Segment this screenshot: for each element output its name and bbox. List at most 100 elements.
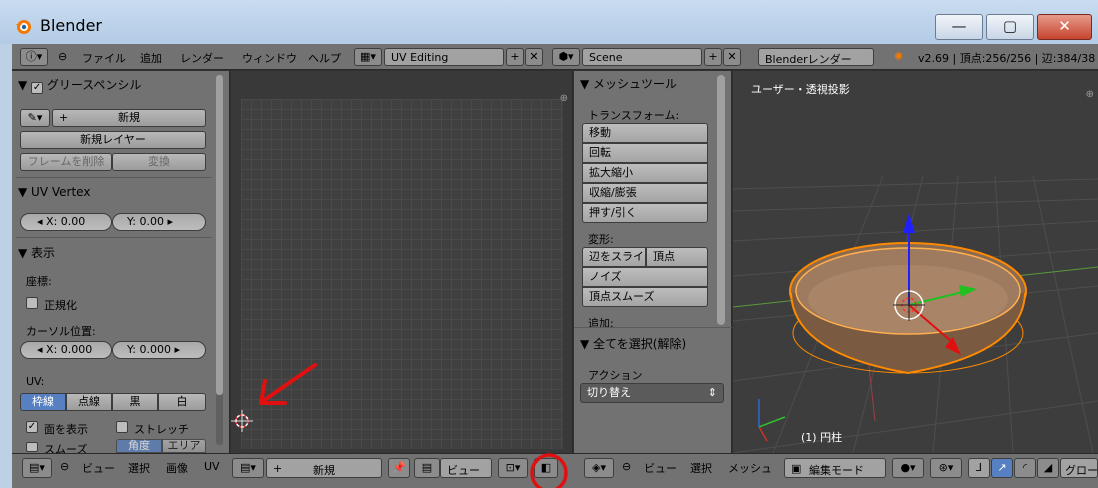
pivot-point-icon[interactable]: ⊛▾ [930,458,962,478]
slide-edge-button[interactable]: 辺をスライ [582,247,646,267]
grease-pencil-header[interactable]: ▼ ✓ グリースペンシル [18,76,141,94]
uv-mode-dashed[interactable]: 点線 [66,393,112,411]
3d-viewport[interactable]: ユーザー・透視投影 ⊕ (1) 円柱 [733,71,1098,453]
scene-icon[interactable]: ⬢▾ [552,48,580,66]
3d-menu-view[interactable]: ビュー [644,460,677,476]
draw-pencil-icon[interactable]: ✎▾ [20,109,50,127]
add-scene-icon[interactable]: + [704,48,722,66]
window-titlebar[interactable]: Blender — ▢ ✕ [0,0,1098,44]
new-layer-button[interactable]: 新規レイヤー [20,131,206,149]
convert-button[interactable]: 変換 [112,153,206,171]
shading-icon[interactable]: ●▾ [892,458,924,478]
remove-layout-icon[interactable]: ✕ [525,48,543,66]
transform-orientation-select[interactable]: グロー [1060,458,1098,478]
deform-label: 変形: [588,233,614,246]
shrink-fatten-button[interactable]: 収縮/膨張 [582,183,708,203]
panel-scrollbar-thumb[interactable] [216,75,223,395]
mesh-tools-header[interactable]: ▼ メッシュツール [580,75,677,92]
rotate-manipulator-icon[interactable]: ◜ [1014,458,1036,478]
smooth-vertex-button[interactable]: 頂点スムーズ [582,287,708,307]
new-grease-button[interactable]: + 新規 [52,109,206,127]
new-image-button[interactable]: + 新規 [266,458,382,478]
uv-label: UV: [26,375,45,388]
delete-frame-button[interactable]: フレームを削除 [20,153,112,171]
stretch-label: ストレッチ [134,423,189,436]
axis-gizmo [758,399,786,442]
cursor-y-field[interactable]: Y: 0.000 ▸ [112,341,206,359]
render-engine-select[interactable]: Blenderレンダー [758,48,874,66]
pivot-icon[interactable]: ⊡▾ [498,458,528,478]
menu-help[interactable]: ヘルプ [308,50,341,66]
menu-window[interactable]: ウィンドウ [242,50,297,66]
mesh-tools-panel: ▼ メッシュツール トランスフォーム: 移動 回転 拡大縮小 収縮/膨張 押す/… [574,71,732,453]
action-select[interactable]: 切り替え ⇕ [580,383,724,403]
view-mode-icon[interactable]: ▤ [414,458,440,478]
menu-render[interactable]: レンダー [180,50,224,66]
minimize-icon: — [951,17,967,35]
select-all-header[interactable]: ▼ 全てを選択(解除) [580,335,686,352]
close-button[interactable]: ✕ [1037,14,1092,40]
rotate-button[interactable]: 回転 [582,143,708,163]
blender-logo-icon [15,20,31,34]
image-browse-icon[interactable]: ▤▾ [232,458,264,478]
menu-file[interactable]: ファイル [82,50,126,66]
stretch-area-toggle[interactable]: エリア [162,439,206,453]
view-mode-select[interactable]: ビュー [440,458,492,478]
scene-field[interactable]: Scene [582,48,702,66]
info-editor-type-icon[interactable]: ⓘ▾ [20,48,48,66]
minimize-button[interactable]: — [935,14,983,40]
translate-button[interactable]: 移動 [582,123,708,143]
uv-menu-image[interactable]: 画像 [166,460,188,476]
collapse-icon[interactable]: ⊖ [60,460,69,473]
mode-select[interactable]: ▣ 編集モード [784,458,886,478]
collapse-icon[interactable]: ⊖ [58,50,67,63]
smooth-checkbox[interactable] [26,442,38,452]
stats-text: v2.69 | 頂点:256/256 | 辺:384/38 [918,52,1096,65]
cursor-x-field[interactable]: ◂ X: 0.000 [20,341,112,359]
translate-manipulator-icon[interactable]: ↗ [991,458,1013,478]
push-pull-button[interactable]: 押す/引く [582,203,708,223]
uv-menu-view[interactable]: ビュー [82,460,115,476]
uv-vertex-header[interactable]: ▼ UV Vertex [18,185,90,199]
edit-mode-icon: ▣ [791,462,802,475]
3d-menu-mesh[interactable]: メッシュ [728,460,772,476]
tools-scrollbar[interactable] [717,75,725,325]
stretch-angle-toggle[interactable]: 角度 [116,439,162,453]
collapse-icon[interactable]: ⊖ [622,460,631,473]
uv-vertex-y-field[interactable]: Y: 0.00 ▸ [112,213,206,231]
normalize-checkbox[interactable] [26,297,38,309]
uv-mode-black[interactable]: 黒 [112,393,158,411]
plus-icon: + [59,111,69,124]
uv-image-editor[interactable]: ⊕ [231,71,573,453]
region-expand-icon[interactable]: ⊕ [560,93,568,104]
divider [16,177,212,178]
noise-button[interactable]: ノイズ [582,267,708,287]
stretch-checkbox[interactable] [116,421,128,433]
3d-menu-select[interactable]: 選択 [690,460,712,476]
blender-small-icon: ✺ [894,50,904,63]
scale-manipulator-icon[interactable]: ◢ [1037,458,1059,478]
uv-editor-type-icon[interactable]: ▤▾ [22,458,52,478]
uv-vertex-x-field[interactable]: ◂ X: 0.00 [20,213,112,231]
manipulator-toggle-icon[interactable]: ⅃ [968,458,990,478]
menu-add[interactable]: 追加 [140,50,162,66]
uv-mode-outline[interactable]: 枠線 [20,393,66,411]
3d-editor-type-icon[interactable]: ◈▾ [584,458,614,478]
uv-mode-white[interactable]: 白 [158,393,206,411]
show-faces-label: 面を表示 [44,423,88,436]
layout-field[interactable]: UV Editing [384,48,504,66]
annotation-circle-icon [530,453,568,488]
show-faces-checkbox[interactable]: ✓ [26,421,38,433]
add-layout-icon[interactable]: + [506,48,524,66]
scale-button[interactable]: 拡大縮小 [582,163,708,183]
layout-icon[interactable]: ▦▾ [354,48,382,66]
grease-pencil-checkbox[interactable]: ✓ [31,82,44,94]
editor-headers: ▤▾ ⊖ ビュー 選択 画像 UV ▤▾ + 新規 📌 ▤ ビュー ⊡▾ ◧ ◈▾… [12,453,1098,488]
uv-menu-select[interactable]: 選択 [128,460,150,476]
display-header[interactable]: ▼ 表示 [18,244,55,261]
pin-icon[interactable]: 📌 [388,458,410,478]
remove-scene-icon[interactable]: ✕ [723,48,741,66]
uv-menu-uv[interactable]: UV [204,460,220,473]
slide-vertex-button[interactable]: 頂点 [646,247,708,267]
maximize-button[interactable]: ▢ [986,14,1034,40]
